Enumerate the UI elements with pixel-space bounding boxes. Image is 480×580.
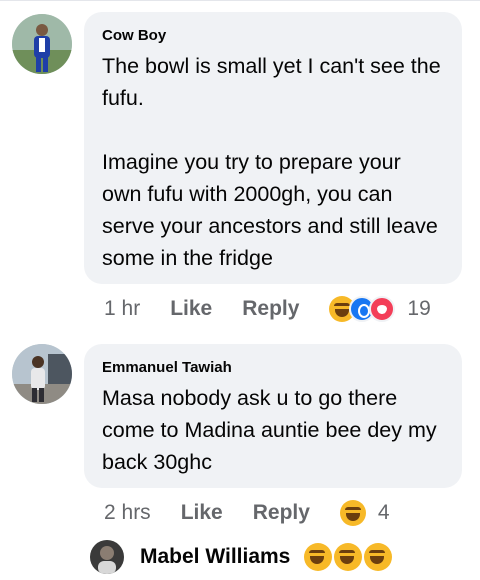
- like-button[interactable]: Like: [170, 297, 212, 321]
- comment-text: Masa nobody ask u to go there come to Ma…: [102, 382, 446, 478]
- comment-bubble: Emmanuel Tawiah Masa nobody ask u to go …: [84, 344, 462, 488]
- comment-author[interactable]: Cow Boy: [102, 26, 446, 46]
- next-comment-preview: Mabel Williams: [90, 540, 394, 574]
- avatar[interactable]: [90, 540, 124, 574]
- reaction-summary[interactable]: 4: [339, 500, 390, 526]
- like-button[interactable]: Like: [181, 501, 223, 525]
- reaction-count: 4: [377, 501, 390, 524]
- comment-timestamp[interactable]: 1 hr: [104, 297, 140, 321]
- laughing-emoji-icon: [304, 543, 333, 571]
- laughing-emoji-icon: [334, 543, 363, 571]
- comment-actions: 1 hr Like Reply 19: [104, 296, 431, 322]
- comment-emojis: [304, 543, 394, 571]
- love-reaction-icon: [369, 296, 396, 322]
- comment-text: The bowl is small yet I can't see the fu…: [102, 50, 446, 274]
- reply-button[interactable]: Reply: [242, 297, 299, 321]
- reaction-count: 19: [407, 297, 431, 320]
- comment-timestamp[interactable]: 2 hrs: [104, 501, 151, 525]
- haha-reaction-icon: [339, 500, 366, 526]
- comment-author[interactable]: Emmanuel Tawiah: [102, 358, 446, 378]
- avatar[interactable]: [12, 344, 72, 404]
- comment-paragraph: Masa nobody ask u to go there come to Ma…: [102, 386, 437, 474]
- commenter-name[interactable]: Mabel Williams: [140, 545, 290, 569]
- comment-actions: 2 hrs Like Reply 4: [104, 500, 390, 526]
- reaction-summary[interactable]: 19: [329, 296, 431, 322]
- comment-bubble: Cow Boy The bowl is small yet I can't se…: [84, 12, 462, 284]
- comment-paragraph: The bowl is small yet I can't see the fu…: [102, 54, 441, 110]
- reply-button[interactable]: Reply: [253, 501, 310, 525]
- laughing-emoji-icon: [364, 543, 393, 571]
- avatar[interactable]: [12, 14, 72, 74]
- comment-paragraph: Imagine you try to prepare your own fufu…: [102, 150, 438, 270]
- top-divider: [0, 0, 480, 1]
